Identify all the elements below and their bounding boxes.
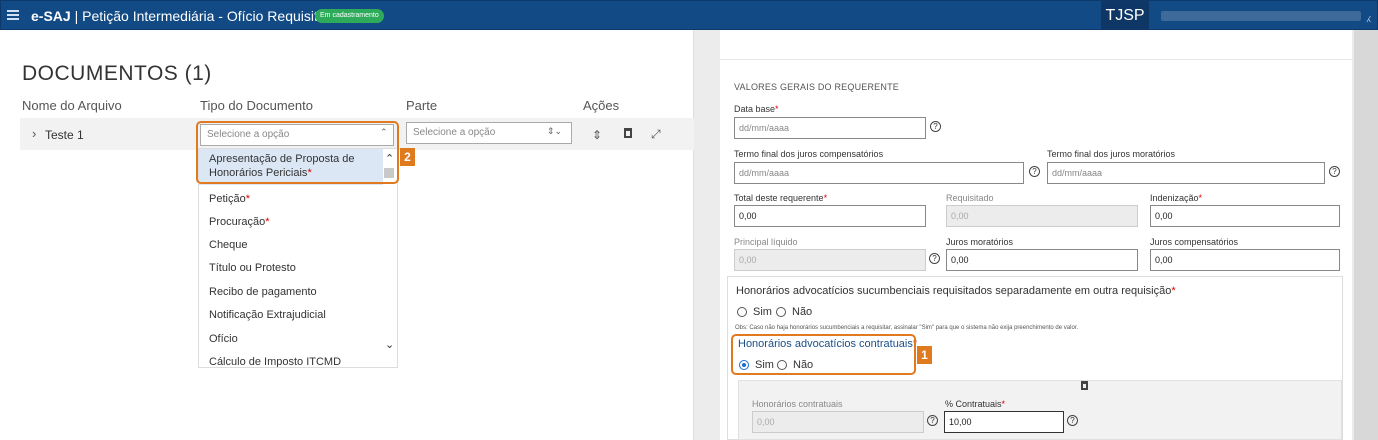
juros-mor-label: Juros moratórios <box>946 237 1014 247</box>
delete-icon[interactable] <box>1081 381 1088 390</box>
obs-note: Obs: Caso não haja honorários sucumbenci… <box>735 325 1079 331</box>
termo-comp-input[interactable]: dd/mm/aaaa <box>734 162 1024 184</box>
col-part: Parte <box>406 98 438 113</box>
callout-number-1: 1 <box>917 346 932 364</box>
top-bar: e-SAJ | Petição Intermediária - Ofício R… <box>0 0 1378 31</box>
status-badge: Em cadastramento <box>315 9 384 23</box>
callout-number-2: 2 <box>400 148 415 166</box>
app-title: e-SAJ | Petição Intermediária - Ofício R… <box>31 8 342 24</box>
termo-mor-label: Termo final dos juros moratórios <box>1047 149 1176 159</box>
callout-highlight-1 <box>731 334 916 375</box>
principal-label: Principal líquido <box>734 237 798 247</box>
col-doc-type: Tipo do Documento <box>200 98 313 113</box>
list-item[interactable]: Notificação Extrajudicial <box>209 309 326 321</box>
termo-mor-input[interactable]: dd/mm/aaaa <box>1047 162 1325 184</box>
sucumbenciais-no-radio[interactable] <box>776 307 786 317</box>
sucumbenciais-label: Honorários advocatícios sucumbenciais re… <box>736 285 1176 297</box>
outer-scrollbar[interactable] <box>1354 30 1378 440</box>
hon-contratuais-input: 0,00 <box>752 411 924 433</box>
help-icon[interactable]: ? <box>1029 166 1040 177</box>
expand-chevron-icon[interactable]: › <box>32 126 36 141</box>
juros-comp-input[interactable]: 0,00 <box>1150 249 1340 271</box>
section-title: VALORES GERAIS DO REQUERENTE <box>734 82 899 92</box>
principal-input: 0,00 <box>734 249 926 271</box>
delete-icon[interactable] <box>624 128 632 138</box>
sucumbenciais-yes-radio[interactable] <box>737 307 747 317</box>
help-icon[interactable]: ? <box>1329 166 1340 177</box>
hon-contratuais-label: Honorários contratuais <box>752 399 843 409</box>
requisitado-input: 0,00 <box>946 205 1138 227</box>
list-item[interactable]: Título ou Protesto <box>209 262 296 274</box>
juros-mor-input[interactable]: 0,00 <box>946 249 1138 271</box>
requisitado-label: Requisitado <box>946 193 994 203</box>
total-label: Total deste requerente* <box>734 193 828 203</box>
court-logo: TJSP <box>1101 1 1149 31</box>
callout-highlight-2 <box>196 121 399 184</box>
pct-contratuais-input[interactable]: 10,00 <box>944 411 1064 433</box>
help-icon[interactable]: ? <box>929 253 940 264</box>
file-name: Teste 1 <box>45 128 84 142</box>
list-item[interactable]: Ofício <box>209 333 238 345</box>
help-icon[interactable]: ? <box>930 121 941 132</box>
data-base-input[interactable]: dd/mm/aaaa <box>734 117 926 139</box>
reorder-icon[interactable]: ⇕ <box>592 128 602 142</box>
juros-comp-label: Juros compensatórios <box>1150 237 1239 247</box>
hamburger-menu-icon[interactable] <box>7 10 19 20</box>
scroll-down-icon[interactable]: ⌄ <box>385 338 394 351</box>
documents-title: DOCUMENTOS (1) <box>22 62 212 85</box>
col-file-name: Nome do Arquivo <box>22 98 122 113</box>
select-spinner-icon: ⇕⌄ <box>547 126 563 136</box>
list-item[interactable]: Cheque <box>209 239 248 251</box>
indenizacao-label: Indenização* <box>1150 193 1203 203</box>
termo-comp-label: Termo final dos juros compensatórios <box>734 149 884 159</box>
list-item[interactable]: Recibo de pagamento <box>209 286 317 298</box>
help-icon[interactable]: ? <box>927 415 938 426</box>
total-input[interactable]: 0,00 <box>734 205 926 227</box>
key-icon[interactable]: ⁁ <box>1367 7 1370 23</box>
pct-contratuais-label: % Contratuais* <box>945 399 1006 409</box>
list-item[interactable]: Cálculo de Imposto ITCMD <box>209 356 341 367</box>
help-icon[interactable]: ? <box>1067 415 1078 426</box>
user-info[interactable] <box>1161 11 1361 21</box>
expand-icon[interactable]: ⤢ <box>651 127 661 142</box>
list-item[interactable]: Petição* <box>209 193 250 205</box>
list-item[interactable]: Procuração* <box>209 216 270 228</box>
indenizacao-input[interactable]: 0,00 <box>1150 205 1340 227</box>
col-actions: Ações <box>583 98 620 113</box>
data-base-label: Data base* <box>734 104 779 114</box>
radio-label: Sim <box>753 306 772 318</box>
radio-label: Não <box>792 306 813 318</box>
panel-header <box>720 30 1352 60</box>
